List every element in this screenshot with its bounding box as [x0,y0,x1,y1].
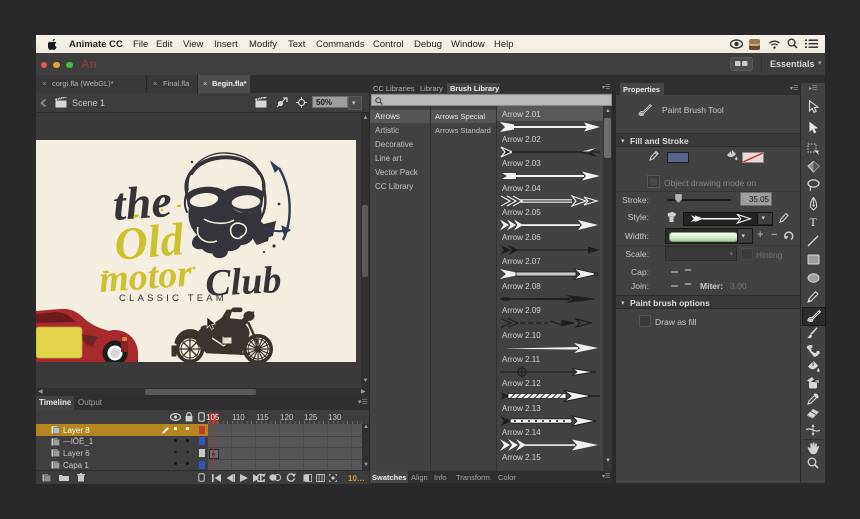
svg-text:CLASSIC TEAM: CLASSIC TEAM [119,293,227,304]
